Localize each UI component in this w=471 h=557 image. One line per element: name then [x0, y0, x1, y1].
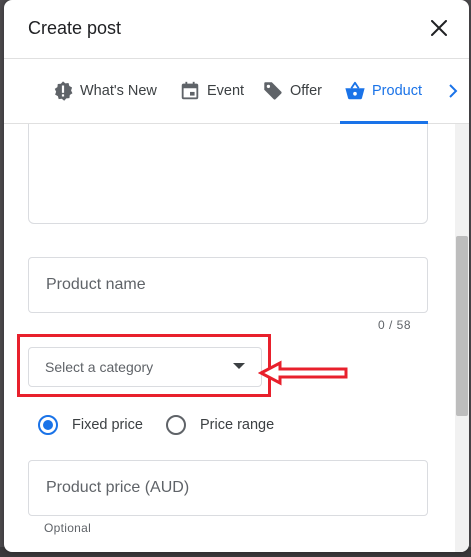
price-range-label: Price range [200, 417, 275, 433]
radio-checked-icon[interactable] [38, 415, 58, 435]
tab-event[interactable]: Event [179, 59, 244, 123]
tab-offer-label: Offer [290, 83, 322, 99]
basket-icon [345, 81, 365, 100]
calendar-icon [181, 81, 199, 100]
chevron-right-icon [449, 84, 458, 98]
product-name-input[interactable] [44, 275, 408, 295]
tab-offer[interactable]: Offer [262, 59, 322, 123]
alert-badge-icon [54, 81, 73, 101]
character-counter: 0 / 58 [378, 318, 412, 332]
post-type-tabs: What's New Event Offer Product [4, 59, 469, 124]
radio-unchecked-icon[interactable] [166, 415, 186, 435]
dropdown-arrow-icon [233, 363, 245, 369]
tabs-scroll-right-button[interactable] [444, 59, 464, 123]
fixed-price-radio[interactable]: Fixed price [38, 410, 143, 440]
dialog-content: 0 / 58 Select a category Fixed price Pri… [4, 124, 469, 552]
price-range-radio[interactable]: Price range [166, 410, 274, 440]
post-description-textarea[interactable] [28, 124, 428, 224]
create-post-dialog: Create post What's New Event Offer Produ… [4, 0, 469, 552]
category-dropdown[interactable]: Select a category [28, 347, 262, 387]
close-icon [431, 20, 447, 36]
dialog-header: Create post [4, 0, 469, 59]
annotation-arrow-icon [258, 360, 348, 386]
fixed-price-label: Fixed price [72, 417, 143, 433]
product-name-field[interactable] [28, 257, 428, 313]
dialog-title: Create post [28, 18, 122, 38]
category-placeholder: Select a category [45, 359, 154, 375]
price-helper-text: Optional [44, 521, 92, 535]
tab-event-label: Event [207, 83, 245, 99]
product-price-input[interactable] [44, 478, 408, 498]
tab-whats-new-label: What's New [80, 83, 157, 99]
tab-product-label: Product [372, 83, 422, 99]
tab-whats-new[interactable]: What's New [52, 59, 157, 123]
tab-product[interactable]: Product [340, 59, 428, 124]
scrollbar-thumb[interactable] [456, 236, 468, 416]
tag-icon [264, 82, 282, 100]
close-button[interactable] [427, 16, 451, 40]
product-price-field[interactable] [28, 460, 428, 516]
